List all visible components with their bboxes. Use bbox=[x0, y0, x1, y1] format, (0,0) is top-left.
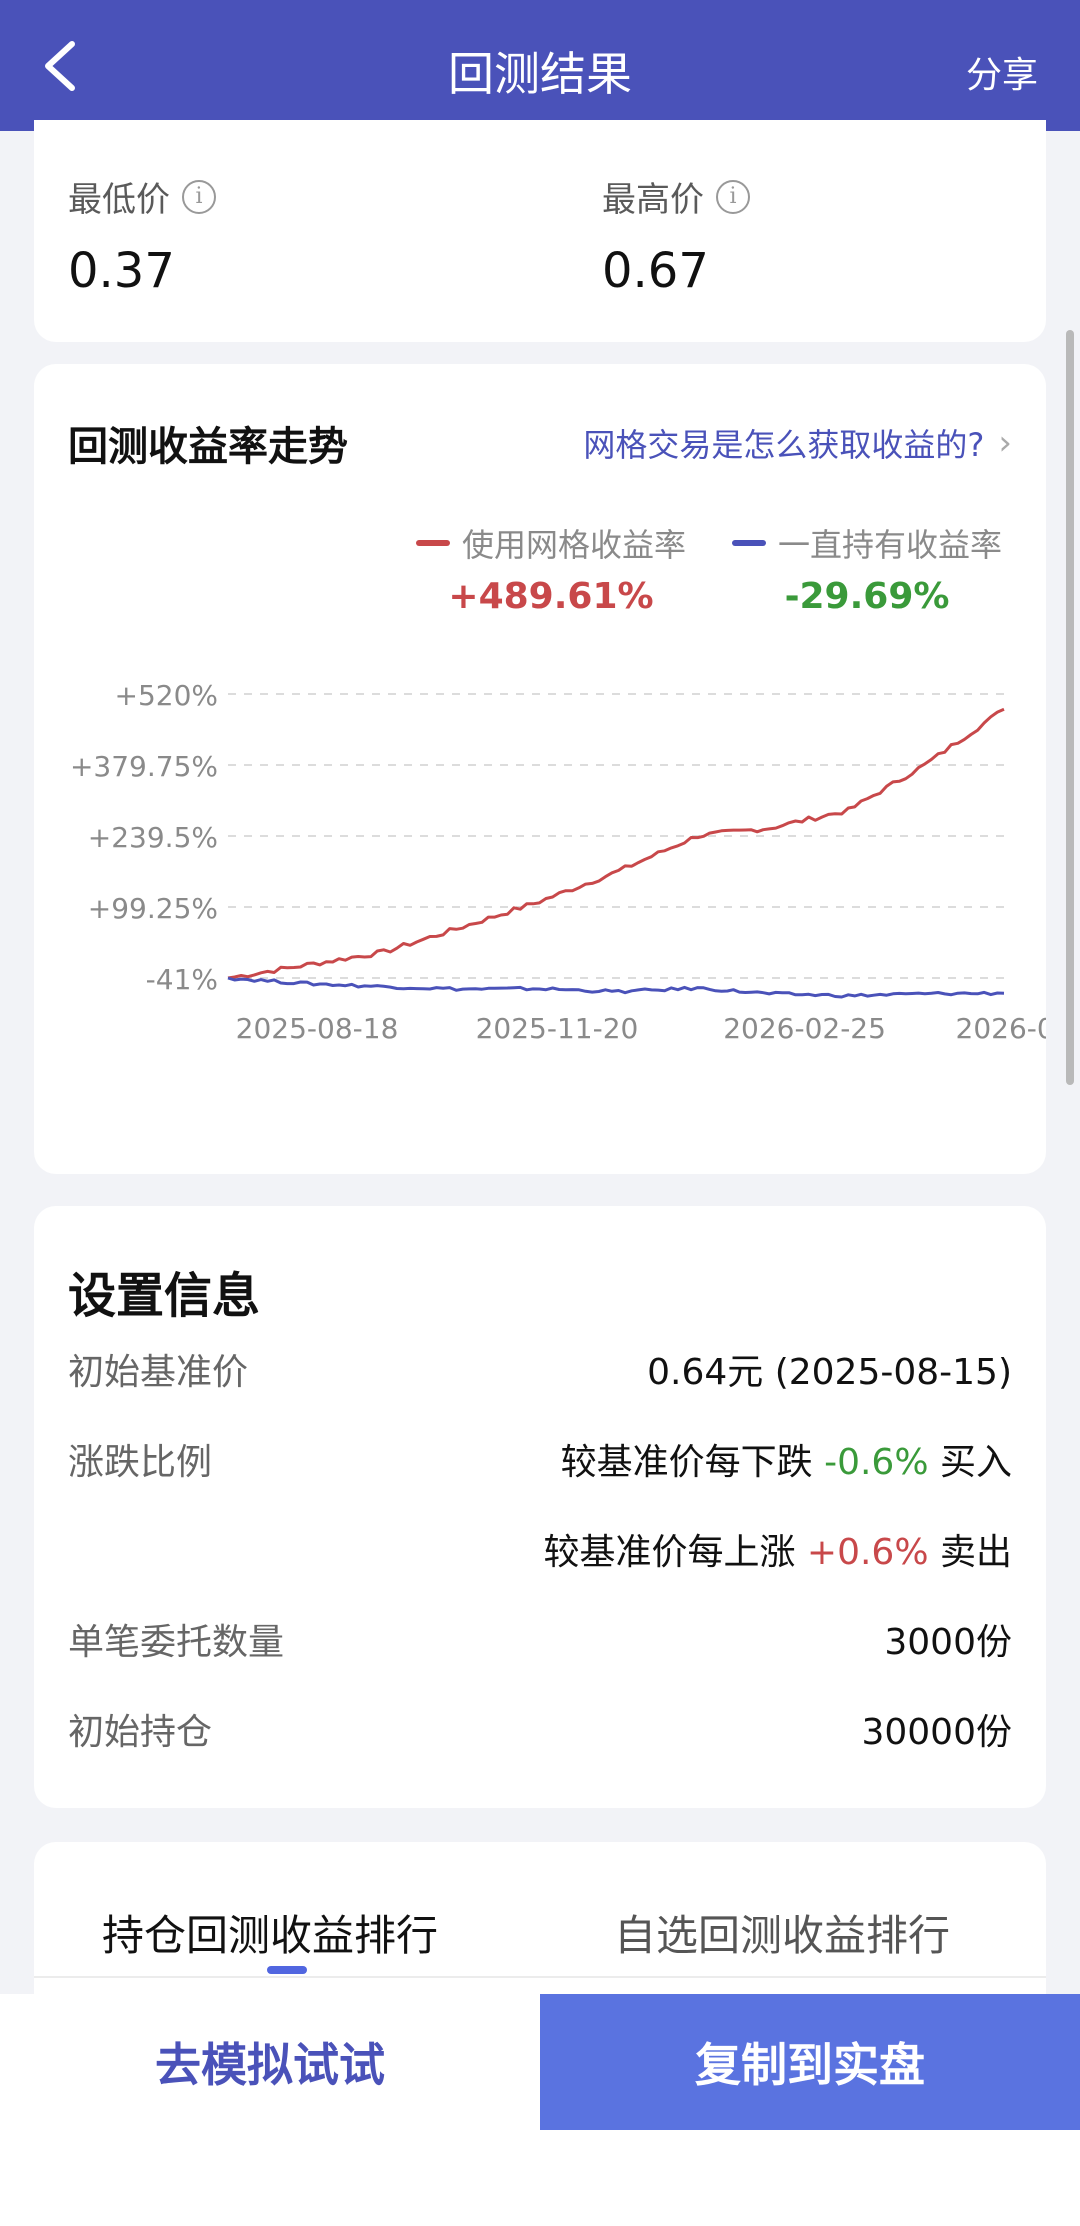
simulate-button[interactable]: 去模拟试试 bbox=[0, 1994, 540, 2130]
settings-row-change-ratio-up: 较基准价每上涨 +0.6% 卖出 bbox=[68, 1524, 1012, 1574]
chevron-right-icon: › bbox=[998, 423, 1012, 463]
row-value-prefix: 较基准价每上涨 bbox=[543, 1532, 796, 1573]
row-key: 涨跌比例 bbox=[68, 1442, 213, 1483]
x-tick-label: 2026-05-27 bbox=[956, 1012, 1047, 1045]
settings-row-change-ratio: 涨跌比例 较基准价每下跌 -0.6% 买入 bbox=[68, 1434, 1012, 1484]
settings-info-card: 设置信息 初始基准价 0.64元 (2025-08-15) 涨跌比例 较基准价每… bbox=[34, 1206, 1046, 1808]
row-value-suffix: 买入 bbox=[939, 1442, 1012, 1483]
row-value-prefix: 较基准价每下跌 bbox=[560, 1442, 813, 1483]
tab-watchlist-ranking[interactable]: 自选回测收益排行 bbox=[614, 1902, 950, 1963]
chart-title: 回测收益率走势 bbox=[68, 424, 348, 470]
return-trend-card: 回测收益率走势 网格交易是怎么获取收益的? › 使用网格收益率 +489.61%… bbox=[34, 364, 1046, 1174]
hold-return-value: -29.69% bbox=[784, 576, 950, 617]
grid-return-value: +489.61% bbox=[448, 576, 654, 617]
legend-hold-return: 一直持有收益率 -29.69% bbox=[732, 520, 1002, 617]
row-key: 初始基准价 bbox=[68, 1352, 249, 1393]
low-price-value: 0.37 bbox=[68, 243, 175, 299]
high-price-block: 最高价 i 0.67 bbox=[602, 172, 750, 299]
tab-holding-ranking[interactable]: 持仓回测收益排行 bbox=[102, 1902, 438, 1963]
low-price-label: 最低价 bbox=[68, 180, 170, 220]
row-value-suffix: 卖出 bbox=[939, 1532, 1012, 1573]
legend-grid-return: 使用网格收益率 +489.61% bbox=[416, 520, 686, 617]
legend-label: 一直持有收益率 bbox=[778, 526, 1003, 564]
settings-row-base-price: 初始基准价 0.64元 (2025-08-15) bbox=[68, 1344, 1012, 1394]
row-value: 较基准价每上涨 +0.6% 卖出 bbox=[543, 1523, 1012, 1575]
y-tick-label: +239.5% bbox=[88, 821, 218, 854]
legend-swatch-icon bbox=[416, 540, 450, 546]
y-tick-label: +379.75% bbox=[70, 750, 218, 783]
x-tick-label: 2025-11-20 bbox=[476, 1012, 639, 1045]
y-tick-label: -41% bbox=[146, 963, 218, 996]
info-icon[interactable]: i bbox=[182, 179, 216, 214]
return-line-chart: +520% +379.75% +239.5% +99.25% -41% 2025-08-1… bbox=[70, 679, 1047, 1045]
share-button[interactable]: 分享 bbox=[966, 46, 1038, 98]
help-link-text: 网格交易是怎么获取收益的? bbox=[583, 426, 985, 464]
low-price-block: 最低价 i 0.37 bbox=[68, 172, 216, 299]
page-title: 回测结果 bbox=[448, 47, 632, 101]
row-key: 单笔委托数量 bbox=[68, 1622, 285, 1663]
legend-label: 使用网格收益率 bbox=[462, 526, 687, 564]
row-value: 较基准价每下跌 -0.6% 买入 bbox=[561, 1433, 1012, 1485]
grid-trading-help-link[interactable]: 网格交易是怎么获取收益的? › bbox=[583, 420, 1012, 466]
price-range-card: 最低价 i 0.37 最高价 i 0.67 bbox=[34, 120, 1046, 342]
sell-percent: +0.6% bbox=[806, 1532, 929, 1573]
y-tick-label: +99.25% bbox=[88, 892, 218, 925]
settings-row-order-qty: 单笔委托数量 3000份 bbox=[68, 1614, 1012, 1664]
series-line-hold-return bbox=[227, 976, 1005, 999]
settings-row-initial-position: 初始持仓 30000份 bbox=[68, 1704, 1012, 1754]
settings-title: 设置信息 bbox=[68, 1268, 261, 1324]
series-line-grid-return bbox=[227, 707, 1005, 980]
copy-to-live-button[interactable]: 复制到实盘 bbox=[540, 1994, 1080, 2130]
high-price-label: 最高价 bbox=[602, 180, 704, 220]
info-icon[interactable]: i bbox=[716, 179, 750, 214]
x-tick-label: 2026-02-25 bbox=[723, 1012, 886, 1045]
row-value: 30000份 bbox=[861, 1712, 1012, 1753]
tab-divider bbox=[34, 1976, 1046, 1978]
x-tick-label: 2025-08-18 bbox=[236, 1012, 399, 1045]
legend-swatch-icon bbox=[732, 540, 766, 546]
top-nav-bar: 回测结果 分享 bbox=[0, 0, 1080, 131]
high-price-value: 0.67 bbox=[602, 243, 709, 299]
row-key: 初始持仓 bbox=[68, 1712, 213, 1753]
buy-percent: -0.6% bbox=[824, 1442, 929, 1483]
scrollbar[interactable] bbox=[1066, 330, 1074, 1085]
y-tick-label: +520% bbox=[114, 679, 218, 712]
row-value: 0.64元 (2025-08-15) bbox=[647, 1352, 1012, 1393]
active-tab-indicator bbox=[267, 1966, 307, 1974]
row-value: 3000份 bbox=[884, 1622, 1012, 1663]
bottom-action-bar: 去模拟试试 复制到实盘 bbox=[0, 1994, 1080, 2226]
